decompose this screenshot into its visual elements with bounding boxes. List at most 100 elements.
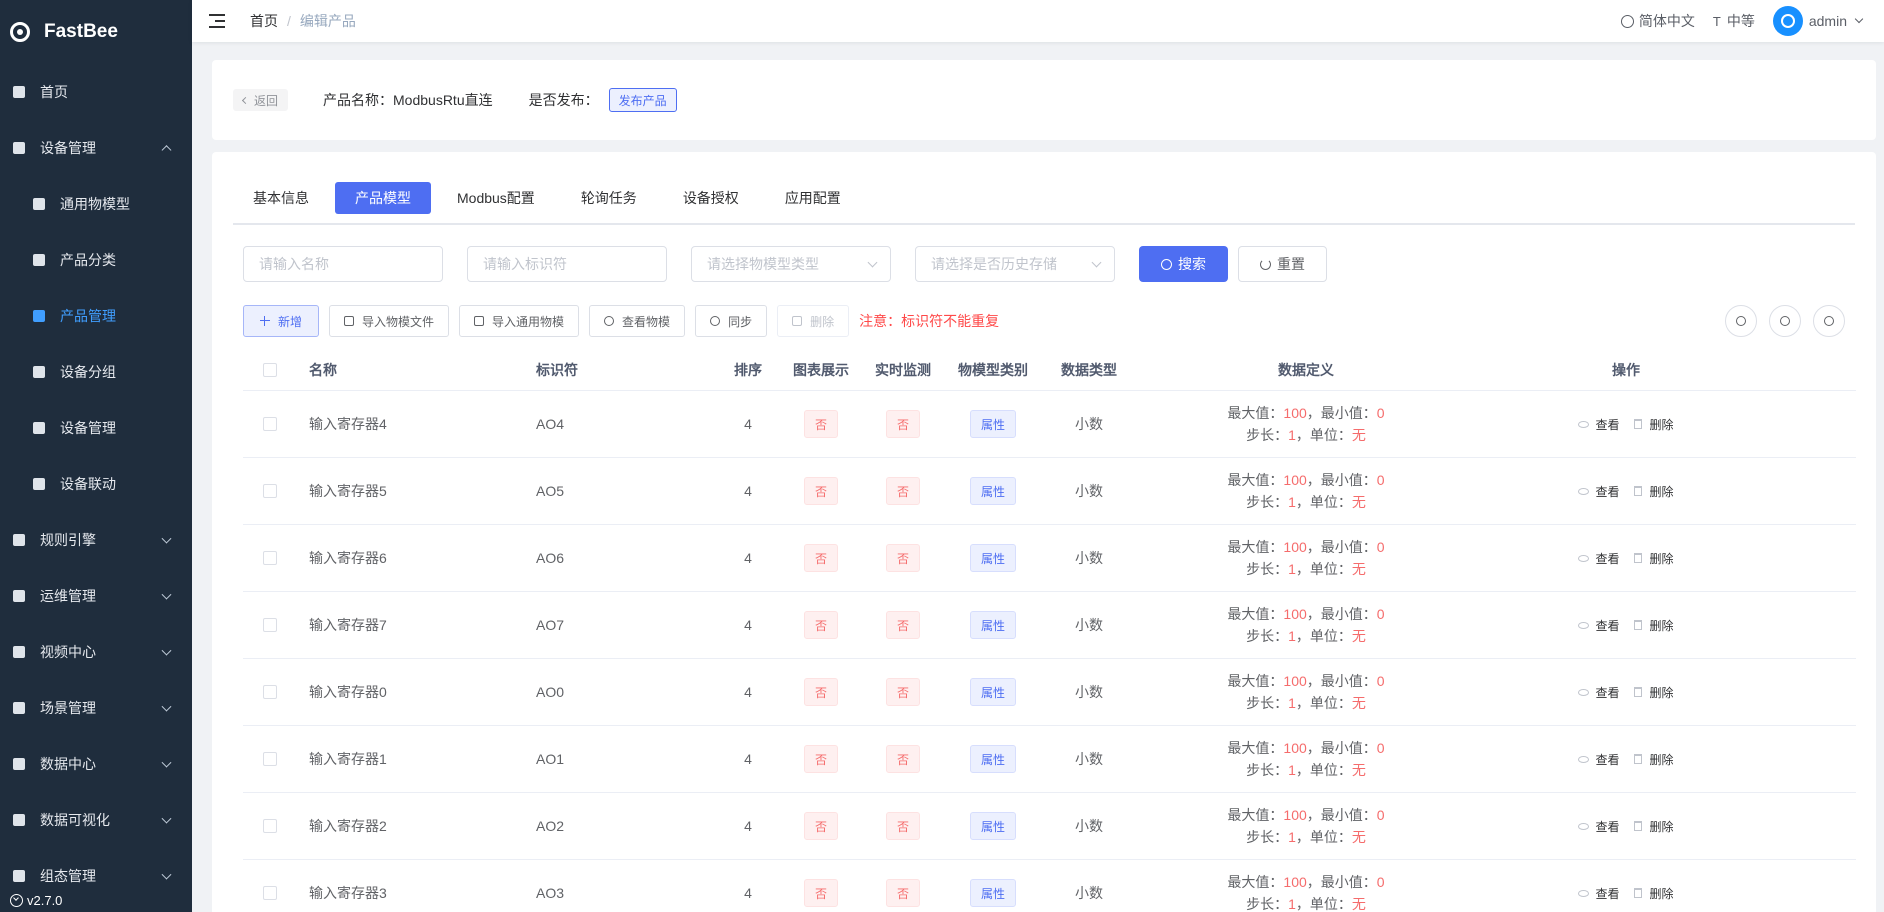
sidebar-item-scene[interactable]: 场景管理 <box>0 680 192 736</box>
delete-label: 删除 <box>1649 685 1674 700</box>
sidebar-item-device-list[interactable]: 设备管理 <box>0 400 192 456</box>
size-switch[interactable]: T 中等 <box>1713 11 1755 31</box>
max-label: 最大值： <box>1227 874 1284 890</box>
view-button[interactable]: 查看 <box>1578 818 1620 835</box>
row-checkbox[interactable] <box>263 551 277 565</box>
language-switch[interactable]: 简体中文 <box>1620 11 1695 31</box>
view-label: 查看 <box>1595 417 1620 432</box>
view-button[interactable]: 查看 <box>1578 617 1620 634</box>
view-button[interactable]: 查看 <box>1578 885 1620 902</box>
row-delete-button[interactable]: 删除 <box>1633 550 1674 567</box>
min-label: ，最小值： <box>1306 539 1377 555</box>
user-menu[interactable]: admin <box>1772 6 1864 36</box>
monitor-tag: 否 <box>885 812 920 840</box>
row-checkbox[interactable] <box>263 484 277 498</box>
cell-definition: 最大值：100，最小值：0 步长：1，单位：无 <box>1136 737 1476 781</box>
sidebar-item-product-management[interactable]: 产品管理 <box>0 288 192 344</box>
import-file-button[interactable]: 导入物模文件 <box>329 305 450 337</box>
sidebar-item-visualization[interactable]: 数据可视化 <box>0 792 192 848</box>
row-checkbox[interactable] <box>263 618 277 632</box>
table-row: 输入寄存器4 AO4 4 否 否 属性 小数 最大值：100，最小值：0 步长：… <box>243 391 1856 458</box>
hamburger-icon[interactable] <box>209 14 225 28</box>
view-button[interactable]: 查看 <box>1578 751 1620 768</box>
delete-button[interactable]: 删除 <box>777 305 850 337</box>
publish-label: 是否发布： <box>528 92 599 108</box>
refresh-button[interactable] <box>1813 305 1845 337</box>
layers-icon <box>32 365 46 379</box>
tab-product-model[interactable]: 产品模型 <box>335 182 431 214</box>
cell-name: 输入寄存器2 <box>309 818 387 834</box>
search-button[interactable]: 搜索 <box>1139 246 1228 282</box>
tab-polling-task[interactable]: 轮询任务 <box>561 182 657 214</box>
tab-basic-info[interactable]: 基本信息 <box>233 182 329 214</box>
view-label: 查看 <box>1595 618 1620 633</box>
row-checkbox[interactable] <box>263 417 277 431</box>
back-button[interactable]: 返回 <box>233 89 289 111</box>
column-settings-button[interactable] <box>1725 305 1757 337</box>
cell-name: 输入寄存器0 <box>309 684 387 700</box>
toggle-search-button[interactable] <box>1769 305 1801 337</box>
view-button[interactable]: 查看 <box>1578 483 1620 500</box>
reset-button[interactable]: 重置 <box>1238 246 1327 282</box>
sidebar-item-home[interactable]: 首页 <box>0 64 192 120</box>
min-value: 0 <box>1376 874 1385 890</box>
row-checkbox[interactable] <box>263 685 277 699</box>
history-select[interactable]: 请选择是否历史存储 <box>915 246 1115 282</box>
avatar <box>1772 6 1803 36</box>
min-label: ，最小值： <box>1306 405 1377 421</box>
sidebar-item-device-group[interactable]: 设备分组 <box>0 344 192 400</box>
sidebar-item-ops[interactable]: 运维管理 <box>0 568 192 624</box>
sidebar-item-device-management[interactable]: 设备管理 <box>0 120 192 176</box>
tab-device-auth[interactable]: 设备授权 <box>663 182 759 214</box>
min-value: 0 <box>1376 740 1385 756</box>
sidebar-item-video[interactable]: 视频中心 <box>0 624 192 680</box>
identifier-input[interactable]: 请输入标识符 <box>467 246 667 282</box>
breadcrumb-home[interactable]: 首页 <box>250 11 278 31</box>
row-delete-button[interactable]: 删除 <box>1633 885 1674 902</box>
font-size-icon: T <box>1712 13 1721 29</box>
tab-modbus-config[interactable]: Modbus配置 <box>437 182 555 214</box>
row-delete-button[interactable]: 删除 <box>1633 483 1674 500</box>
history-placeholder: 请选择是否历史存储 <box>931 256 1057 272</box>
row-checkbox[interactable] <box>263 819 277 833</box>
sidebar-item-product-category[interactable]: 产品分类 <box>0 232 192 288</box>
breadcrumb-separator: / <box>287 13 291 29</box>
import-common-button[interactable]: 导入通用物模 <box>459 305 580 337</box>
sync-button[interactable]: 同步 <box>695 305 768 337</box>
view-button[interactable]: 查看 <box>1578 416 1620 433</box>
row-delete-button[interactable]: 删除 <box>1633 818 1674 835</box>
logo[interactable]: FastBee <box>0 0 192 64</box>
min-label: ，最小值： <box>1306 740 1377 756</box>
min-value: 0 <box>1376 606 1385 622</box>
select-all-checkbox[interactable] <box>263 362 277 377</box>
min-label: ，最小值： <box>1306 606 1377 622</box>
sidebar-item-data-center[interactable]: 数据中心 <box>0 736 192 792</box>
row-checkbox[interactable] <box>263 752 277 766</box>
tab-app-config[interactable]: 应用配置 <box>765 182 861 214</box>
model-type-select[interactable]: 请选择物模型类型 <box>691 246 891 282</box>
step-value: 1 <box>1288 427 1296 443</box>
publish-button[interactable]: 发布产品 <box>608 88 677 112</box>
view-button[interactable]: 查看 <box>1578 550 1620 567</box>
row-delete-button[interactable]: 删除 <box>1633 751 1674 768</box>
step-value: 1 <box>1288 896 1296 912</box>
add-button[interactable]: 新增 <box>243 305 320 337</box>
name-input[interactable]: 请输入名称 <box>243 246 443 282</box>
row-checkbox[interactable] <box>263 886 277 900</box>
version-label: v2.7.0 <box>27 893 63 908</box>
view-button[interactable]: 查看 <box>1578 684 1620 701</box>
row-delete-button[interactable]: 删除 <box>1633 416 1674 433</box>
view-model-button[interactable]: 查看物模 <box>589 305 686 337</box>
sidebar-item-common-model[interactable]: 通用物模型 <box>0 176 192 232</box>
list-icon <box>32 477 46 491</box>
sidebar-item-rule-engine[interactable]: 规则引擎 <box>0 512 192 568</box>
min-label: ，最小值： <box>1306 874 1377 890</box>
sidebar: FastBee 首页 设备管理 通用物模型 产品分类 产品管理 设备分组 设备管… <box>0 0 192 912</box>
row-delete-button[interactable]: 删除 <box>1633 684 1674 701</box>
row-delete-button[interactable]: 删除 <box>1633 617 1674 634</box>
cell-order: 4 <box>744 416 752 432</box>
min-value: 0 <box>1376 539 1385 555</box>
language-label: 简体中文 <box>1638 13 1695 29</box>
sidebar-item-device-linkage[interactable]: 设备联动 <box>0 456 192 512</box>
unit-value: 无 <box>1351 896 1366 912</box>
